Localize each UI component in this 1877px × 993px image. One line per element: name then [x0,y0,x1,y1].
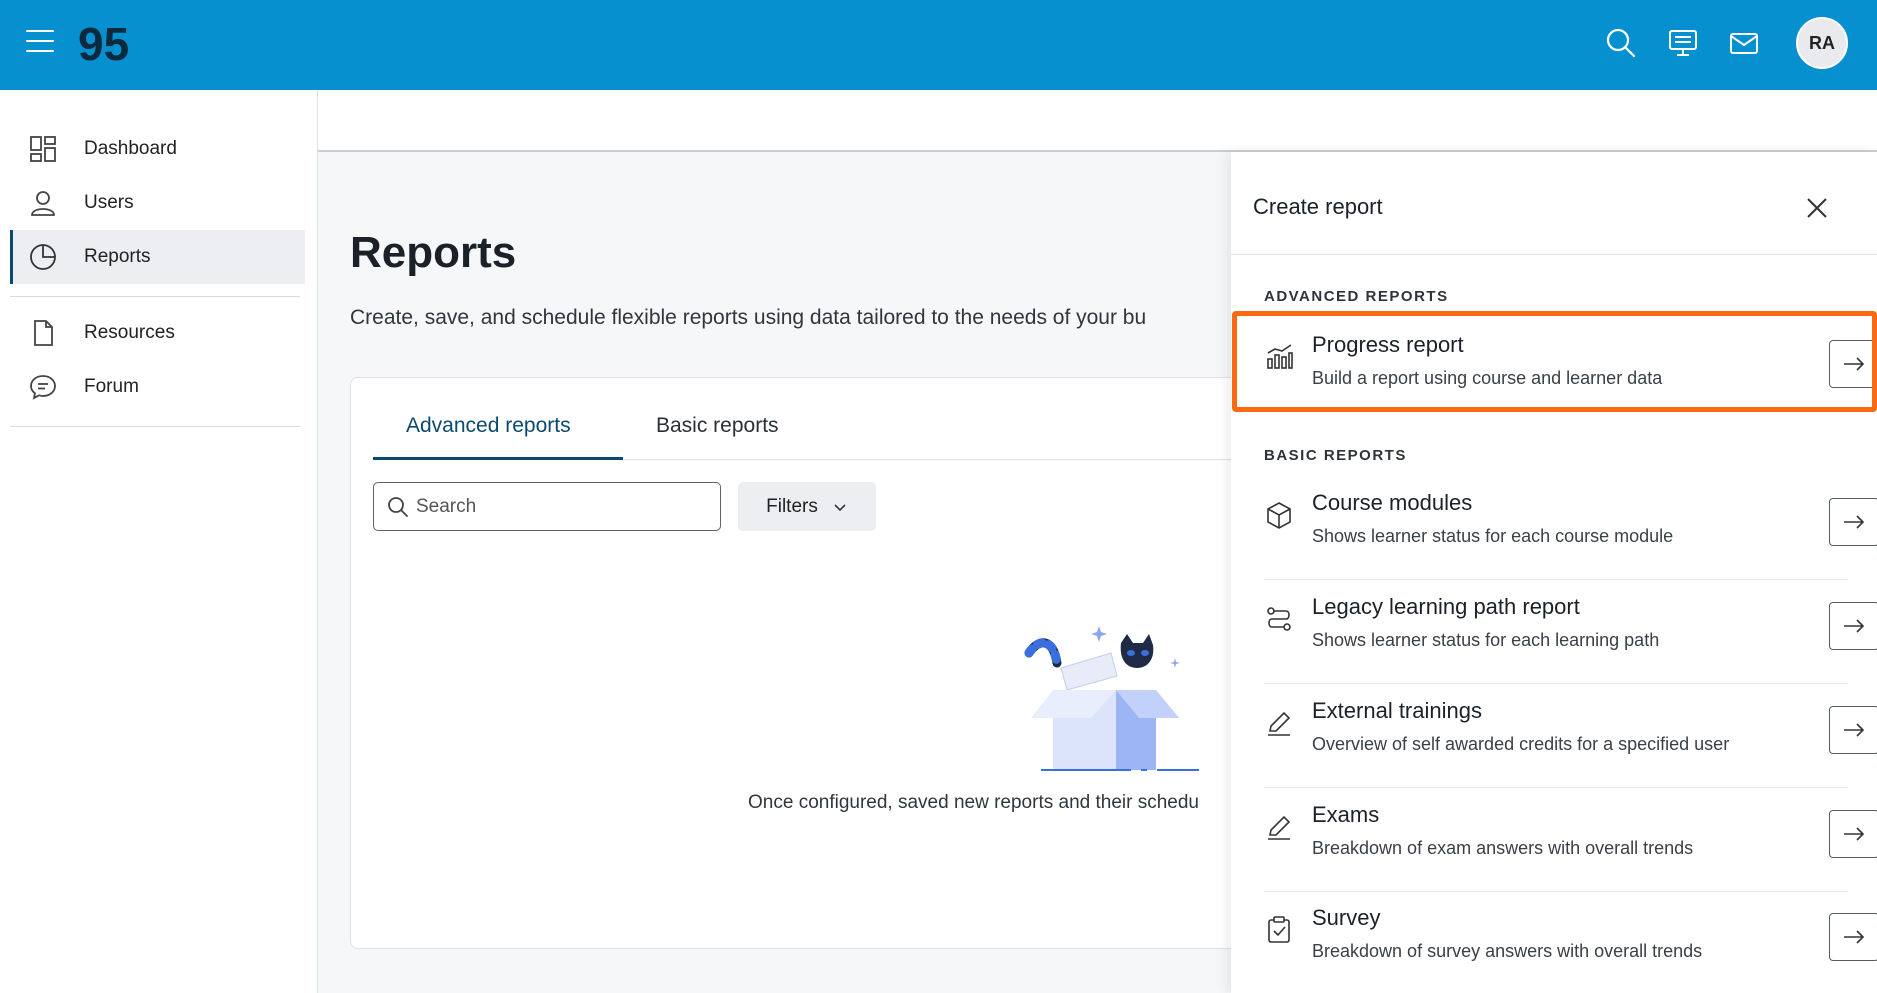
top-bar: 95 RA [0,0,1877,90]
search-icon [388,496,408,517]
mail-icon[interactable] [1727,26,1761,60]
report-title: Progress report [1312,332,1464,357]
tab-basic-reports[interactable]: Basic reports [656,414,779,438]
presentation-icon[interactable] [1666,26,1700,60]
report-title: Legacy learning path report [1312,594,1580,619]
search-input[interactable] [416,495,706,518]
report-description: Build a report using course and learner … [1312,368,1663,388]
sidebar-item-forum[interactable]: Forum [10,360,305,414]
chevron-down-icon [834,503,846,511]
arrow-right-icon [1844,357,1865,371]
section-label-advanced: ADVANCED REPORTS [1264,288,1449,305]
report-option-external-trainings[interactable]: External trainings Overview of self awar… [1264,684,1877,788]
arrow-right-icon [1844,930,1865,944]
search-icon[interactable] [1604,26,1638,60]
menu-icon[interactable] [26,30,54,56]
sidebar-divider [10,296,300,297]
open-report-button[interactable] [1829,913,1877,961]
create-report-drawer: Create report ADVANCED REPORTS Progress … [1231,152,1877,993]
sidebar-divider [10,426,300,427]
report-option-progress[interactable]: Progress report Build a report using cou… [1264,318,1877,422]
active-tab-indicator [373,457,623,460]
search-box[interactable] [373,482,721,531]
page-title: Reports [350,228,517,277]
report-option-exams[interactable]: Exams Breakdown of exam answers with ove… [1264,788,1877,892]
filters-button[interactable]: Filters [738,482,876,531]
arrow-right-icon [1844,723,1865,737]
open-report-button[interactable] [1829,602,1877,650]
sidebar-item-label: Resources [84,322,175,343]
svg-text:95: 95 [78,18,129,68]
sidebar-item-dashboard[interactable]: Dashboard [10,122,305,176]
brand-logo[interactable]: 95 [78,16,134,68]
report-title: Survey [1312,905,1381,930]
report-description: Overview of self awarded credits for a s… [1312,734,1730,754]
sub-header [318,90,1877,152]
pencil-icon [1268,815,1291,840]
empty-state-text: Once configured, saved new reports and t… [748,792,1199,813]
drawer-title: Create report [1253,194,1383,219]
report-description: Shows learner status for each course mod… [1312,526,1674,546]
report-option-course-modules[interactable]: Course modules Shows learner status for … [1264,476,1877,580]
report-option-legacy-learning-path[interactable]: Legacy learning path report Shows learne… [1264,580,1877,684]
report-description: Breakdown of exam answers with overall t… [1312,838,1694,858]
sidebar-item-label: Reports [84,246,151,267]
drawer-header-divider [1231,254,1877,255]
user-icon [31,191,55,216]
reports-card: Advanced reports Basic reports Filters O… [350,377,1251,949]
sidebar-item-label: Forum [84,376,139,397]
close-icon[interactable] [1803,194,1831,222]
arrow-right-icon [1844,827,1865,841]
arrow-right-icon [1844,515,1865,529]
section-label-basic: BASIC REPORTS [1264,447,1407,464]
cube-icon [1267,502,1291,529]
chat-icon [30,375,56,400]
report-option-survey[interactable]: Survey Breakdown of survey answers with … [1264,891,1877,993]
sidebar-item-users[interactable]: Users [10,176,305,230]
open-report-button[interactable] [1829,706,1877,754]
route-icon [1267,607,1291,631]
sidebar-item-resources[interactable]: Resources [10,306,305,360]
pie-chart-icon [30,244,56,270]
arrow-right-icon [1844,619,1865,633]
sidebar-item-label: Dashboard [84,138,177,159]
open-report-button[interactable] [1829,340,1877,388]
avatar[interactable]: RA [1796,17,1848,69]
pencil-icon [1268,711,1291,736]
report-description: Breakdown of survey answers with overall… [1312,941,1703,961]
sidebar-item-reports[interactable]: Reports [10,230,305,284]
filters-label: Filters [766,495,818,517]
sidebar: Dashboard Users Reports Resources Forum [0,90,318,993]
open-report-button[interactable] [1829,498,1877,546]
dashboard-icon [30,136,56,162]
report-title: External trainings [1312,698,1482,723]
file-icon [34,320,53,346]
report-title: Course modules [1312,490,1473,515]
report-description: Shows learner status for each learning p… [1312,630,1660,650]
sidebar-item-label: Users [84,192,134,213]
empty-state-illustration [1024,626,1199,771]
report-title: Exams [1312,802,1380,827]
bar-chart-icon [1267,344,1293,369]
tab-advanced-reports[interactable]: Advanced reports [406,414,571,438]
page-description: Create, save, and schedule flexible repo… [350,306,1147,329]
open-report-button[interactable] [1829,810,1877,858]
clipboard-check-icon [1268,916,1290,943]
